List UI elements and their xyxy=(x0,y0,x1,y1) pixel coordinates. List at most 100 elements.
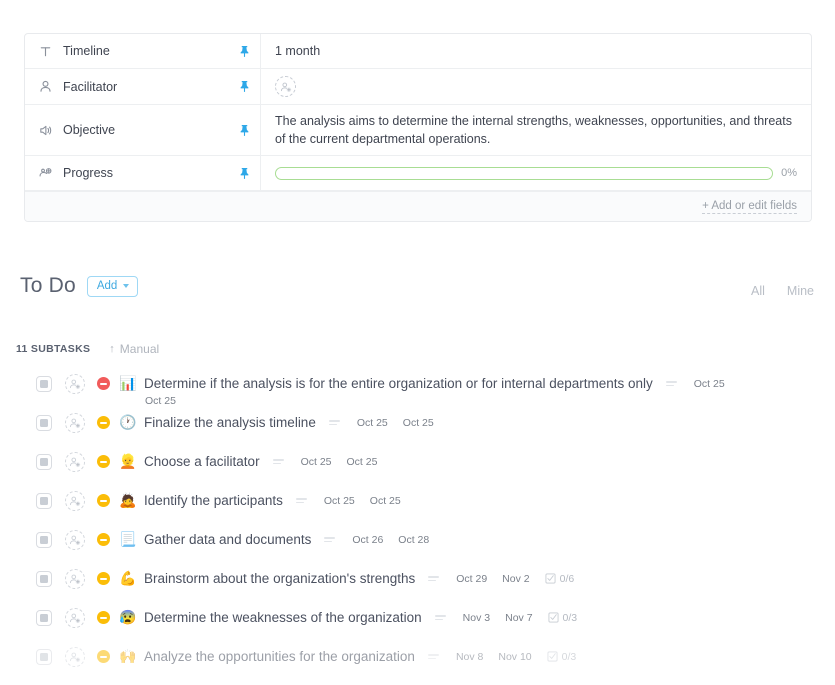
field-label-objective: Objective xyxy=(63,123,116,138)
add-assignee-icon[interactable] xyxy=(65,647,85,667)
subtask-row[interactable]: 👱 Choose a facilitator Oct 25 Oct 25 xyxy=(0,452,835,491)
subtask-checkbox[interactable] xyxy=(36,415,52,431)
subtask-start-date[interactable]: Oct 25 xyxy=(301,456,332,468)
field-row-objective[interactable]: Objective The analysis aims to determine… xyxy=(25,105,811,157)
subtask-title[interactable]: Analyze the opportunities for the organi… xyxy=(144,647,415,666)
add-assignee-glyph xyxy=(276,77,295,96)
field-value-cell-facilitator[interactable] xyxy=(261,69,811,104)
subtask-row[interactable]: 📊 Determine if the analysis is for the e… xyxy=(0,374,835,413)
add-assignee-icon[interactable] xyxy=(275,76,296,97)
priority-glyph xyxy=(100,616,107,619)
subtask-list-handle-icon[interactable] xyxy=(665,381,679,386)
add-assignee-icon[interactable] xyxy=(65,608,85,628)
checklist-count: 0/3 xyxy=(561,650,577,663)
subtask-emoji: 😰 xyxy=(119,609,137,625)
subtask-title-line: Identify the participants Oct 25 Oct 25 xyxy=(144,491,815,510)
pin-icon[interactable] xyxy=(238,80,250,94)
subtask-list-handle-icon[interactable] xyxy=(434,615,448,620)
subtask-list-handle-icon[interactable] xyxy=(328,420,342,425)
add-assignee-icon[interactable] xyxy=(65,374,85,394)
pin-icon[interactable] xyxy=(238,166,250,180)
field-value-cell-progress[interactable]: 0% xyxy=(261,156,811,190)
subtask-due-date[interactable]: Nov 10 xyxy=(498,651,531,663)
subtask-due-date[interactable]: Nov 7 xyxy=(505,612,532,624)
subtask-start-date[interactable]: Oct 25 xyxy=(357,417,388,429)
priority-flag-normal[interactable] xyxy=(97,416,110,429)
subtask-checkbox[interactable] xyxy=(36,610,52,626)
subtask-start-date[interactable]: Nov 3 xyxy=(463,612,490,624)
subtask-row[interactable]: 😰 Determine the weaknesses of the organi… xyxy=(0,608,835,647)
priority-glyph xyxy=(100,499,107,502)
priority-flag-urgent[interactable] xyxy=(97,377,110,390)
subtask-list-handle-icon[interactable] xyxy=(295,498,309,503)
subtask-start-date[interactable]: Nov 8 xyxy=(456,651,483,663)
checklist-count: 0/3 xyxy=(562,611,578,624)
subtask-checklist-progress[interactable]: 0/6 xyxy=(545,573,574,585)
subtask-checkbox[interactable] xyxy=(36,454,52,470)
subtask-list-handle-icon[interactable] xyxy=(272,459,286,464)
field-value-cell-timeline[interactable]: 1 month xyxy=(261,34,811,68)
add-assignee-icon[interactable] xyxy=(65,452,85,472)
subtask-start-date[interactable]: Oct 25 xyxy=(694,378,725,390)
field-label-facilitator: Facilitator xyxy=(63,79,118,94)
subtask-row[interactable]: 📃 Gather data and documents Oct 26 Oct 2… xyxy=(0,530,835,569)
add-or-edit-fields-link[interactable]: + Add or edit fields xyxy=(702,200,797,214)
subtask-checkbox[interactable] xyxy=(36,532,52,548)
subtask-list-handle-icon[interactable] xyxy=(428,576,441,581)
subtask-due-date[interactable]: Oct 28 xyxy=(398,534,429,546)
priority-flag-normal[interactable] xyxy=(97,572,110,585)
subtask-checklist-progress[interactable]: 0/3 xyxy=(547,650,577,663)
subtask-row[interactable]: 🙇 Identify the participants Oct 25 Oct 2… xyxy=(0,491,835,530)
field-value-cell-objective[interactable]: The analysis aims to determine the inter… xyxy=(261,105,811,155)
subtask-checkbox[interactable] xyxy=(36,571,52,587)
subtask-title[interactable]: Finalize the analysis timeline xyxy=(144,413,316,432)
pin-icon[interactable] xyxy=(238,44,250,58)
subtask-title[interactable]: Brainstorm about the organization's stre… xyxy=(144,569,415,588)
subtask-due-date[interactable]: Nov 2 xyxy=(502,573,529,585)
subtask-checkbox[interactable] xyxy=(36,649,52,665)
priority-flag-normal[interactable] xyxy=(97,494,110,507)
subtask-row[interactable]: 💪 Brainstorm about the organization's st… xyxy=(0,569,835,608)
subtask-due-date[interactable]: Oct 25 xyxy=(370,495,401,507)
subtask-row[interactable]: 🕐 Finalize the analysis timeline Oct 25 … xyxy=(0,413,835,452)
add-assignee-icon[interactable] xyxy=(65,530,85,550)
progress-bar[interactable]: 0% xyxy=(275,166,797,180)
subtask-title[interactable]: Identify the participants xyxy=(144,491,283,510)
subtask-start-date[interactable]: Oct 26 xyxy=(352,534,383,546)
subtask-emoji: 🕐 xyxy=(119,414,137,430)
subtask-emoji: 📊 xyxy=(119,375,137,391)
field-label-progress: Progress xyxy=(63,166,114,181)
subtask-title[interactable]: Gather data and documents xyxy=(144,530,311,549)
priority-flag-normal[interactable] xyxy=(97,455,110,468)
priority-flag-normal[interactable] xyxy=(97,650,110,663)
tab-all[interactable]: All xyxy=(751,284,765,298)
pin-icon[interactable] xyxy=(238,123,250,137)
field-row-progress[interactable]: Progress 0% xyxy=(25,156,811,192)
priority-flag-normal[interactable] xyxy=(97,611,110,624)
add-assignee-icon[interactable] xyxy=(65,413,85,433)
subtask-checklist-progress[interactable]: 0/3 xyxy=(548,611,578,624)
subtask-start-date[interactable]: Oct 25 xyxy=(324,495,355,507)
subtask-start-date[interactable]: Oct 29 xyxy=(456,573,487,585)
subtask-title[interactable]: Choose a facilitator xyxy=(144,452,260,471)
add-assignee-icon[interactable] xyxy=(65,569,85,589)
tab-mine[interactable]: Mine xyxy=(787,284,814,298)
priority-flag-normal[interactable] xyxy=(97,533,110,546)
subtask-title[interactable]: Determine the weaknesses of the organiza… xyxy=(144,608,422,627)
subtask-due-date[interactable]: Oct 25 xyxy=(347,456,378,468)
subtask-due-date[interactable]: Oct 25 xyxy=(145,395,815,407)
field-row-timeline[interactable]: Timeline 1 month xyxy=(25,34,811,69)
subtask-title[interactable]: Determine if the analysis is for the ent… xyxy=(144,374,653,393)
progress-bar-track xyxy=(275,166,774,180)
subtask-row[interactable]: 🙌 Analyze the opportunities for the orga… xyxy=(0,647,835,685)
subtask-list-handle-icon[interactable] xyxy=(427,654,441,659)
person-icon xyxy=(37,78,54,95)
subtask-due-date[interactable]: Oct 25 xyxy=(403,417,434,429)
add-assignee-icon[interactable] xyxy=(65,491,85,511)
field-row-facilitator[interactable]: Facilitator xyxy=(25,69,811,105)
sort-manual-control[interactable]: ↑ Manual xyxy=(109,342,159,356)
subtask-list-handle-icon[interactable] xyxy=(324,537,337,542)
add-subtask-button[interactable]: Add xyxy=(86,275,139,297)
subtask-checkbox[interactable] xyxy=(36,493,52,509)
subtask-checkbox[interactable] xyxy=(36,376,52,392)
